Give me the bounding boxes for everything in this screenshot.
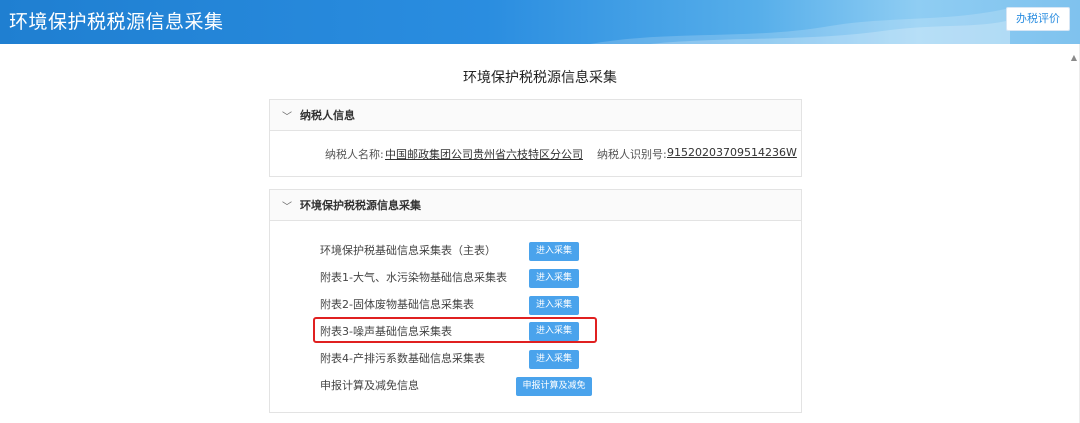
taxpayer-info-panel: ﹀ 纳税人信息 纳税人名称: 中国邮政集团公司贵州省六枝特区分公司 纳税人识别号… — [269, 99, 802, 177]
chevron-down-icon[interactable]: ﹀ — [282, 108, 292, 123]
header-decoration — [590, 8, 1010, 44]
rate-service-button[interactable]: 办税评价 — [1006, 7, 1070, 31]
enter-attachment1-button[interactable]: 进入采集 — [529, 269, 579, 288]
collection-panel-title: 环境保护税税源信息采集 — [300, 199, 421, 212]
taxpayer-id-label: 纳税人识别号: — [597, 148, 667, 161]
scroll-up-arrow-icon[interactable]: ▲ — [1071, 53, 1077, 62]
declaration-calc-label: 申报计算及减免信息 — [320, 379, 419, 392]
taxpayer-id-value: 91520203709514236W — [667, 146, 797, 159]
attachment4-form-label: 附表4-产排污系数基础信息采集表 — [320, 352, 485, 365]
attachment3-form-label: 附表3-噪声基础信息采集表 — [320, 325, 452, 338]
taxpayer-panel-header[interactable]: ﹀ 纳税人信息 — [270, 100, 801, 131]
enter-attachment4-button[interactable]: 进入采集 — [529, 350, 579, 369]
app-header: 环境保护税税源信息采集 办税评价 — [0, 0, 1080, 44]
attachment1-form-label: 附表1-大气、水污染物基础信息采集表 — [320, 271, 507, 284]
taxpayer-name-value: 中国邮政集团公司贵州省六枝特区分公司 — [385, 148, 583, 161]
declaration-calc-button[interactable]: 申报计算及减免 — [516, 377, 592, 396]
chevron-down-icon[interactable]: ﹀ — [282, 198, 292, 213]
enter-attachment2-button[interactable]: 进入采集 — [529, 296, 579, 315]
collection-panel-header[interactable]: ﹀ 环境保护税税源信息采集 — [270, 190, 801, 221]
enter-attachment3-button[interactable]: 进入采集 — [529, 322, 579, 341]
enter-main-form-button[interactable]: 进入采集 — [529, 242, 579, 261]
app-title: 环境保护税税源信息采集 — [9, 11, 224, 33]
taxpayer-name-label: 纳税人名称: — [325, 148, 384, 161]
attachment2-form-label: 附表2-固体废物基础信息采集表 — [320, 298, 474, 311]
taxpayer-panel-title: 纳税人信息 — [300, 109, 355, 122]
page-title: 环境保护税税源信息采集 — [463, 70, 617, 86]
main-form-label: 环境保护税基础信息采集表（主表） — [320, 244, 496, 257]
